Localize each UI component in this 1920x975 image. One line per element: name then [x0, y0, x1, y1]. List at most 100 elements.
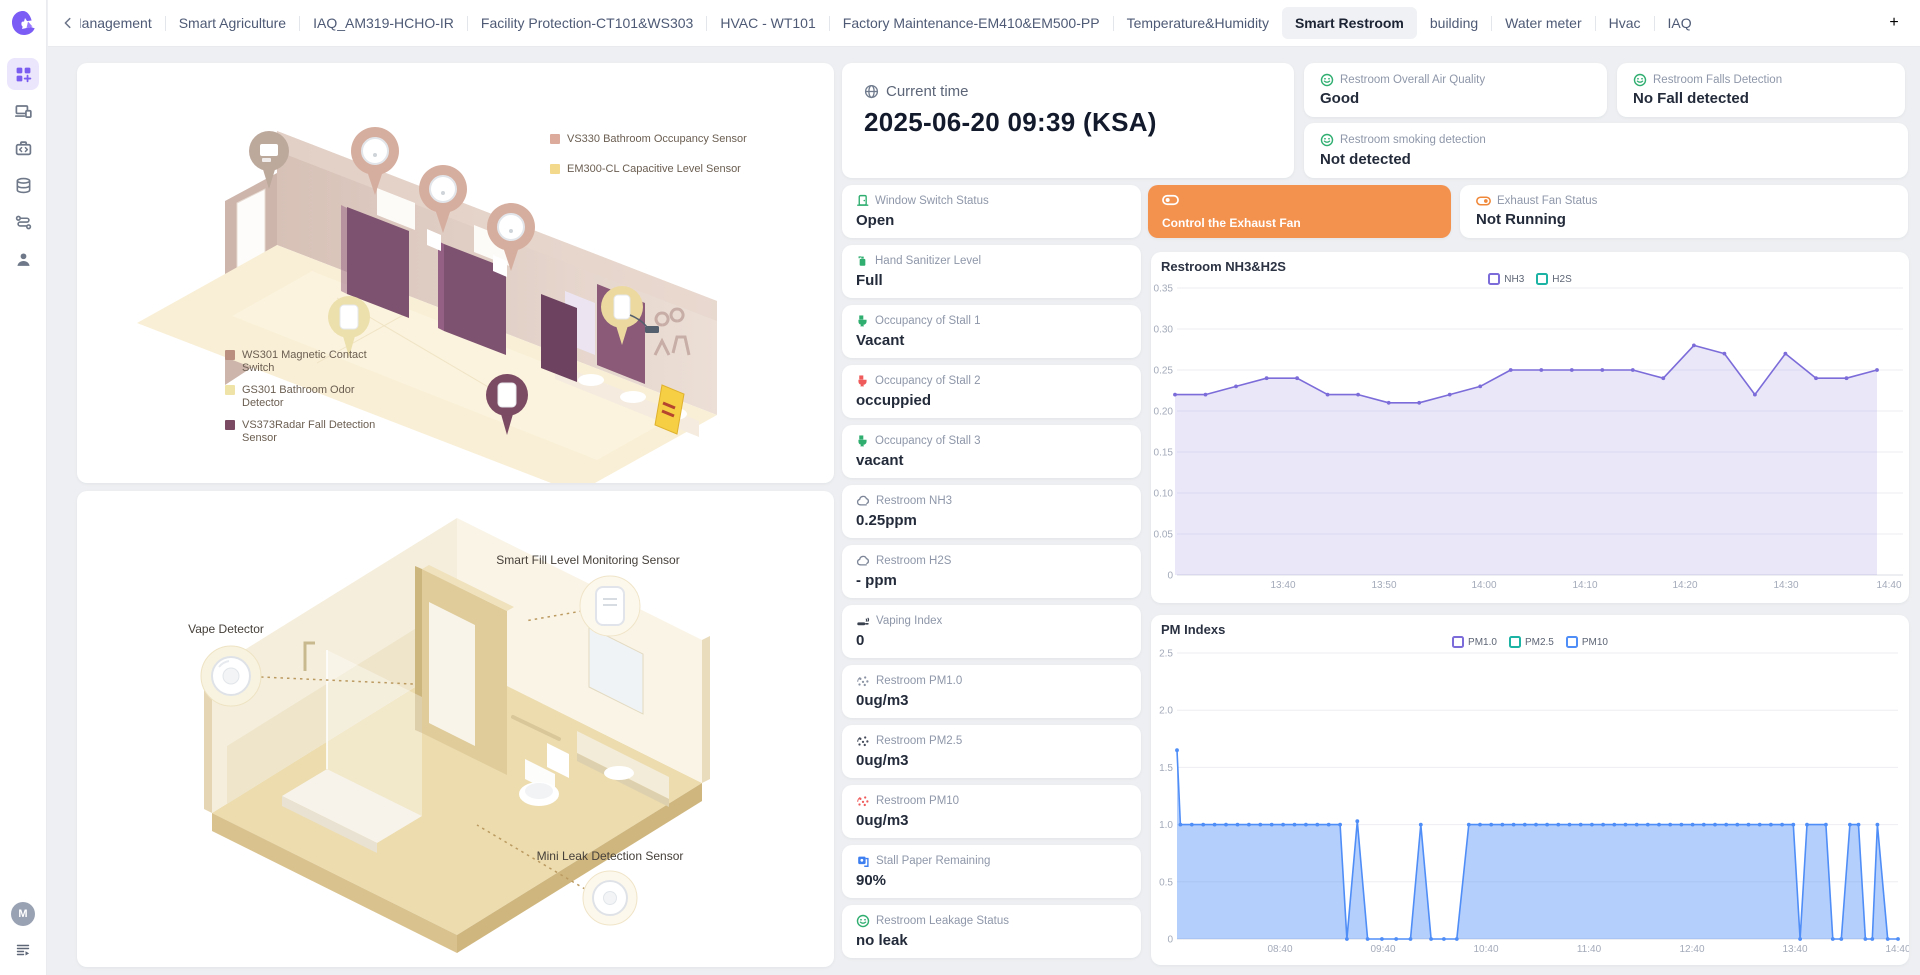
- svg-text:1.0: 1.0: [1159, 820, 1173, 831]
- sidebar-item-0[interactable]: [7, 58, 39, 90]
- tab-smart-restroom[interactable]: Smart Restroom: [1282, 7, 1417, 39]
- stat-label: Exhaust Fan Status: [1497, 195, 1597, 207]
- nh3-h2s-area-chart: 0.350.300.250.200.150.100.05013:4013:501…: [1151, 252, 1909, 603]
- tab-label: IAQ: [1668, 15, 1692, 31]
- sidebar-item-4[interactable]: [7, 206, 39, 238]
- svg-text:13:40: 13:40: [1782, 944, 1807, 955]
- tile-label: Restroom H2S: [876, 555, 951, 567]
- tab-label: Smart Agriculture: [179, 15, 286, 31]
- tab-building[interactable]: building: [1417, 7, 1491, 39]
- tab-temperature-humidity[interactable]: Temperature&Humidity: [1114, 7, 1282, 39]
- tab-hvac[interactable]: Hvac: [1596, 7, 1654, 39]
- svg-text:2.5: 2.5: [1159, 649, 1173, 660]
- sidebar: M: [0, 0, 47, 975]
- devices-icon: [15, 103, 32, 120]
- tab-factory-maintenance-em410-em500-pp[interactable]: Factory Maintenance-EM410&EM500-PP: [830, 7, 1113, 39]
- app-logo-icon: [9, 9, 37, 42]
- tile-restroom-leakage-status: Restroom Leakage Status no leak: [842, 905, 1141, 958]
- tab-hvac-wt101[interactable]: HVAC - WT101: [707, 7, 828, 39]
- pm-icon: [856, 674, 870, 688]
- legend-swatch: [1488, 273, 1500, 285]
- legend-label: NH3: [1504, 274, 1524, 285]
- tab-facility-protection-ct101-ws303[interactable]: Facility Protection-CT101&WS303: [468, 7, 706, 39]
- svg-text:14:20: 14:20: [1672, 580, 1697, 591]
- pm-index-chart-card: PM Indexs PM1.0PM2.5PM10 2.52.01.51.00.5…: [1151, 615, 1909, 965]
- legend-item-h2s[interactable]: H2S: [1536, 273, 1571, 285]
- svg-text:0.30: 0.30: [1154, 325, 1174, 336]
- tab-label: IAQ_AM319-HCHO-IR: [313, 15, 454, 31]
- tab-label: building: [1430, 15, 1478, 31]
- stat-label: Restroom Overall Air Quality: [1340, 74, 1485, 86]
- toilet-icon: [856, 374, 869, 387]
- sidebar-item-5[interactable]: [7, 243, 39, 275]
- svg-text:0.15: 0.15: [1154, 448, 1174, 459]
- legend-item-pm1-0[interactable]: PM1.0: [1452, 636, 1497, 648]
- tab-label: Water meter: [1505, 15, 1582, 31]
- workflow-icon: [15, 214, 32, 231]
- tile-hand-sanitizer-level: Hand Sanitizer Level Full: [842, 245, 1141, 298]
- tile-occupancy-of-stall-3: Occupancy of Stall 3 vacant: [842, 425, 1141, 478]
- nh3-h2s-chart-card: Restroom NH3&H2S NH3H2S 0.350.300.250.20…: [1151, 252, 1909, 603]
- add-tab-button[interactable]: +: [1882, 11, 1906, 35]
- sidebar-footer-menu[interactable]: [15, 942, 31, 963]
- paper-roll-icon: [856, 854, 870, 868]
- sensor-legend-ws301-magnetic-contact: WS301 Magnetic ContactSwitch: [225, 349, 375, 375]
- tile-restroom-h2s: Restroom H2S - ppm: [842, 545, 1141, 598]
- chevron-left-icon: [61, 16, 75, 30]
- tile-label: Vaping Index: [876, 615, 942, 627]
- pm-icon: [856, 734, 870, 748]
- svg-text:14:00: 14:00: [1471, 580, 1496, 591]
- tab-management[interactable]: Management: [80, 7, 165, 39]
- legend-item-nh3[interactable]: NH3: [1488, 273, 1524, 285]
- sidebar-item-2[interactable]: [7, 132, 39, 164]
- legend-swatch: [1566, 636, 1578, 648]
- sanitizer-icon: [856, 254, 869, 267]
- legend-swatch: [1452, 636, 1464, 648]
- tile-occupancy-of-stall-1: Occupancy of Stall 1 Vacant: [842, 305, 1141, 358]
- tabs-scroll-left-button[interactable]: [56, 11, 80, 35]
- legend-item-pm2-5[interactable]: PM2.5: [1509, 636, 1554, 648]
- log-list-icon: [15, 942, 31, 958]
- legend-label: PM10: [1582, 637, 1608, 648]
- stat-value: Not detected: [1320, 151, 1892, 168]
- toilet-icon: [856, 434, 869, 447]
- svg-text:14:10: 14:10: [1572, 580, 1597, 591]
- tab-iaq[interactable]: IAQ: [1655, 7, 1705, 39]
- svg-text:14:40: 14:40: [1876, 580, 1901, 591]
- tab-water-meter[interactable]: Water meter: [1492, 7, 1595, 39]
- stat-label: Restroom smoking detection: [1340, 134, 1486, 146]
- tile-stall-paper-remaining: Stall Paper Remaining 90%: [842, 845, 1141, 898]
- tile-window-switch-status: Window Switch Status Open: [842, 185, 1141, 238]
- tab-smart-agriculture[interactable]: Smart Agriculture: [166, 7, 299, 39]
- vape-detector-label: Vape Detector: [188, 622, 264, 636]
- legend-label: PM1.0: [1468, 637, 1497, 648]
- toilet-icon: [856, 314, 869, 327]
- svg-text:0.5: 0.5: [1159, 877, 1173, 888]
- legend-text: WS301 Magnetic ContactSwitch: [242, 349, 367, 375]
- control-exhaust-fan-button[interactable]: Control the Exhaust Fan: [1148, 185, 1451, 238]
- legend-item-pm10[interactable]: PM10: [1566, 636, 1608, 648]
- avatar[interactable]: M: [11, 902, 35, 926]
- legend-text: VS330 Bathroom Occupancy Sensor: [567, 133, 747, 146]
- tile-label: Restroom PM10: [876, 795, 959, 807]
- tile-value: vacant: [856, 452, 1127, 469]
- tile-label: Hand Sanitizer Level: [875, 255, 981, 267]
- status-card-restroom-smoking-detection: Restroom smoking detection Not detected: [1304, 123, 1908, 178]
- stat-value: No Fall detected: [1633, 90, 1889, 107]
- tile-value: Open: [856, 212, 1127, 229]
- sidebar-item-3[interactable]: [7, 169, 39, 201]
- sidebar-item-1[interactable]: [7, 95, 39, 127]
- tile-label: Restroom NH3: [876, 495, 952, 507]
- legend-color-swatch: [225, 350, 235, 360]
- dashboard-grid-icon: [15, 66, 32, 83]
- svg-text:2.0: 2.0: [1159, 706, 1173, 717]
- database-icon: [15, 177, 32, 194]
- tab-iaq-am319-hcho-ir[interactable]: IAQ_AM319-HCHO-IR: [300, 7, 467, 39]
- tile-restroom-nh3: Restroom NH3 0.25ppm: [842, 485, 1141, 538]
- tile-label: Restroom Leakage Status: [876, 915, 1009, 927]
- legend-text: EM300-CL Capacitive Level Sensor: [567, 163, 741, 176]
- svg-text:0: 0: [1167, 571, 1173, 582]
- pm-icon: [856, 794, 870, 808]
- tab-label: Management: [80, 15, 152, 31]
- tile-occupancy-of-stall-2: Occupancy of Stall 2 occuppied: [842, 365, 1141, 418]
